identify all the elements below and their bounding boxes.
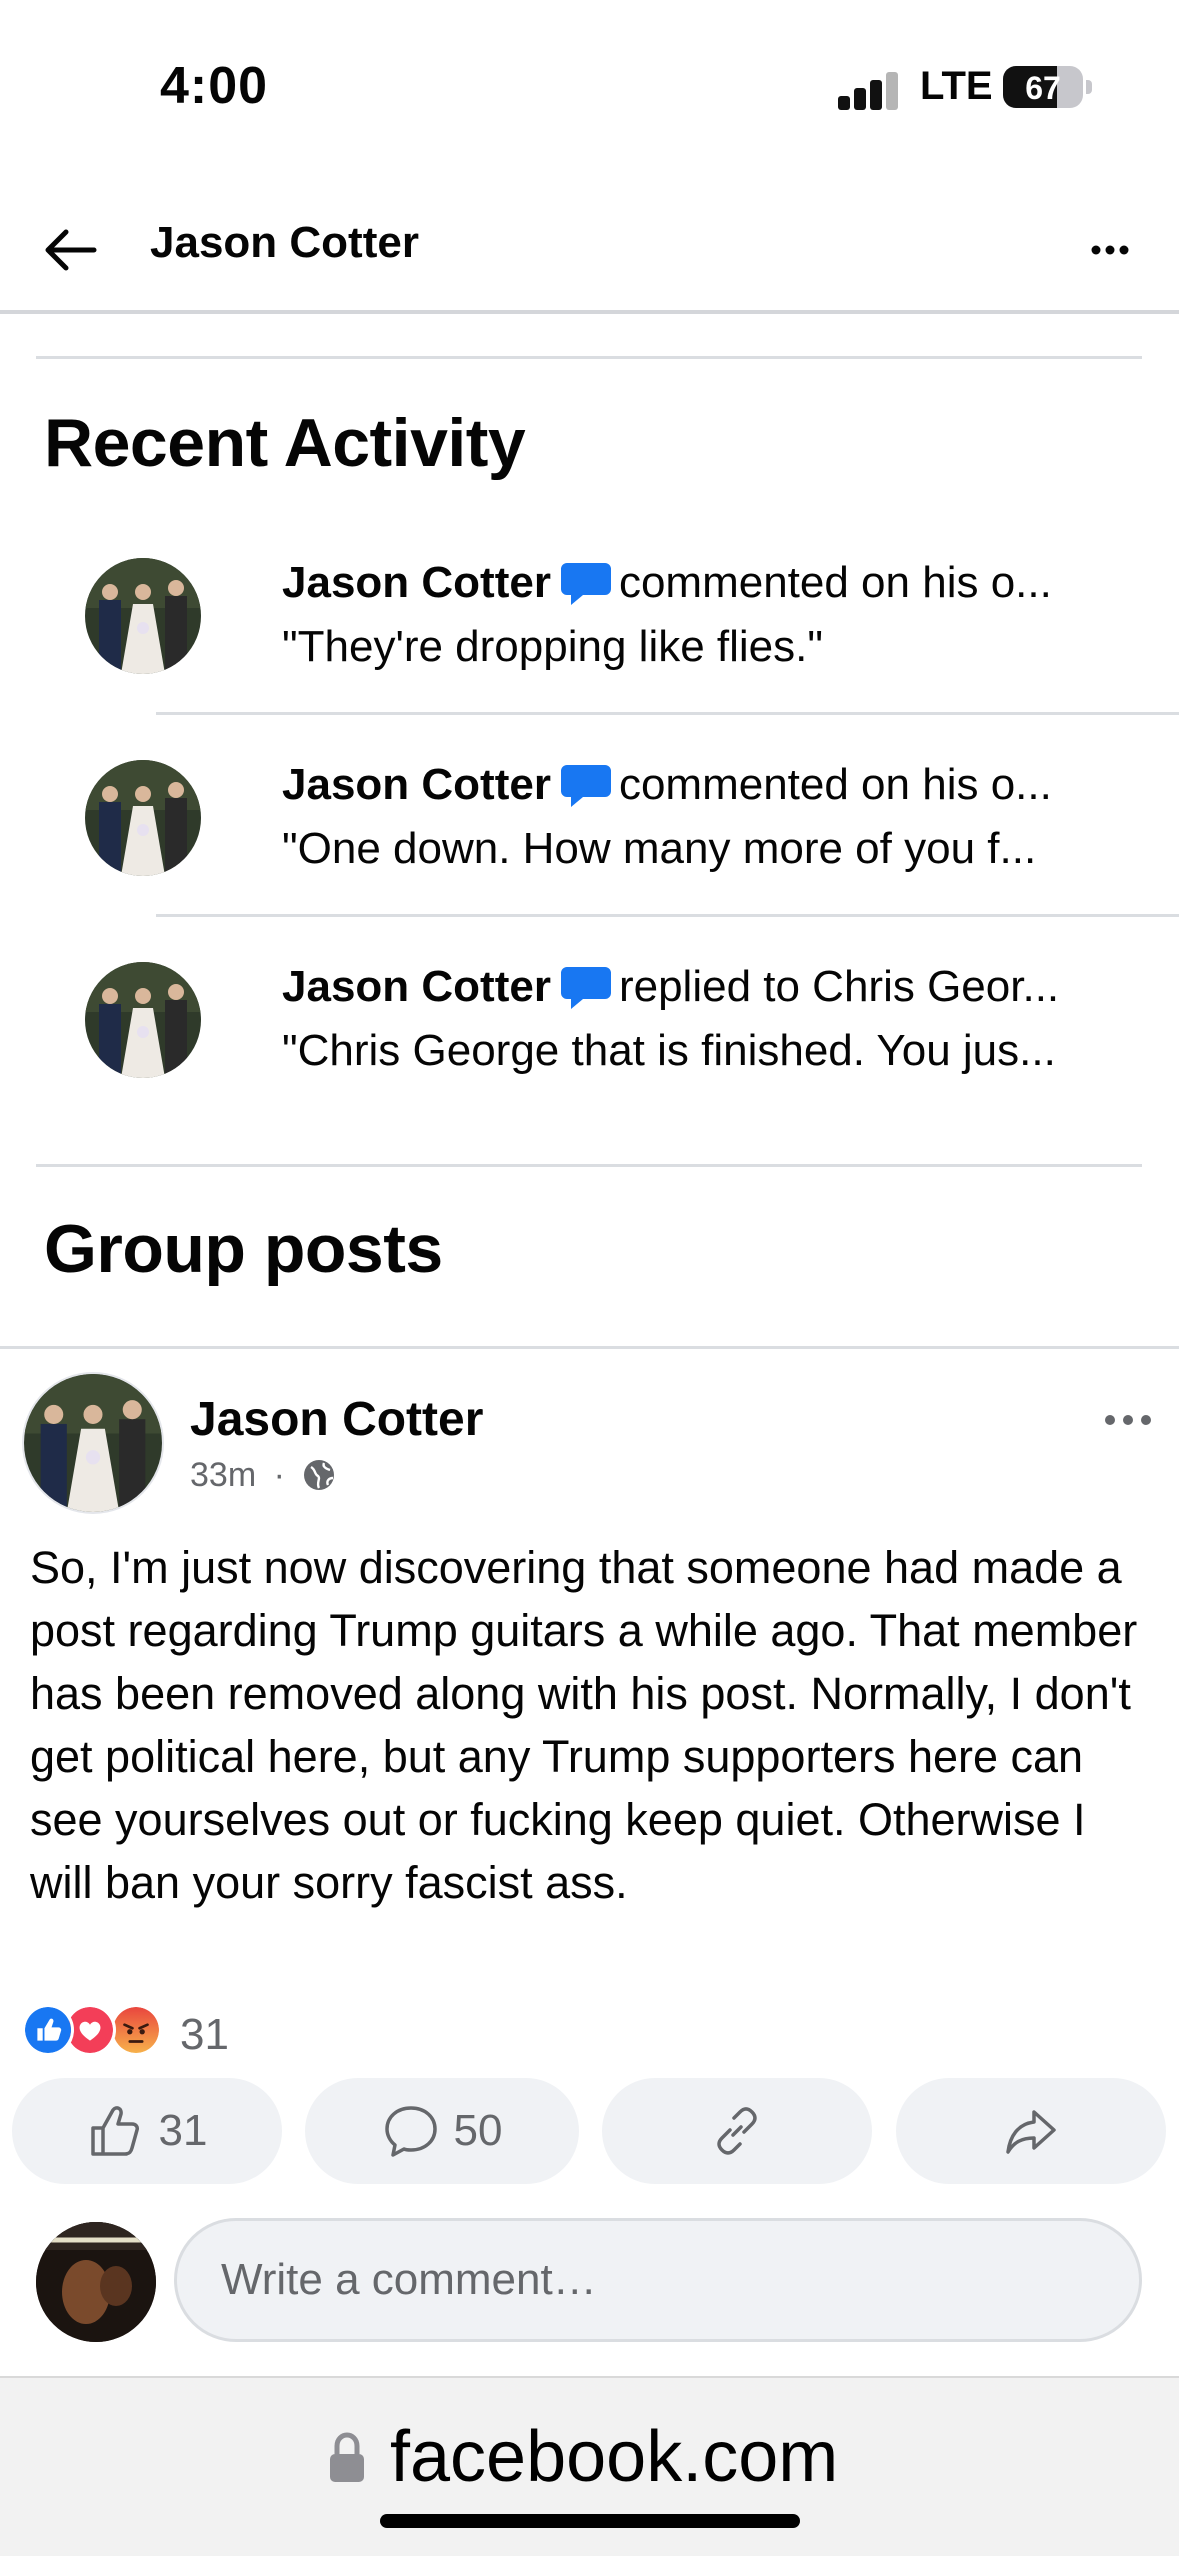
thumbs-up-icon (90, 2106, 139, 2156)
activity-actor: Jason Cotter (282, 558, 551, 607)
comment-bubble-icon (560, 765, 611, 807)
share-icon (1006, 2110, 1056, 2154)
post-meta: 33m · (190, 1456, 336, 1495)
comment-button[interactable]: 50 (305, 2078, 579, 2184)
network-type: LTE (920, 64, 993, 108)
post-body: So, I'm just now discovering that someon… (30, 1542, 1138, 1908)
ellipsis-icon (1091, 245, 1129, 255)
like-icon (22, 2004, 74, 2056)
avatar (85, 558, 201, 674)
browser-address-bar[interactable]: facebook.com (0, 2376, 1179, 2556)
share-button[interactable] (896, 2078, 1166, 2184)
current-user-avatar (36, 2222, 156, 2342)
divider (156, 712, 1179, 715)
more-options-button[interactable] (1080, 230, 1140, 270)
comment-bubble-icon (560, 563, 611, 605)
activity-item[interactable]: Jason Cotter commented on his o... "One d… (0, 730, 1179, 930)
divider (156, 914, 1179, 917)
activity-actor: Jason Cotter (282, 962, 551, 1011)
divider (36, 356, 1142, 359)
battery-nub (1086, 80, 1092, 94)
group-posts-heading: Group posts (44, 1211, 443, 1287)
post-options-button[interactable] (1100, 1400, 1160, 1440)
recent-activity-heading: Recent Activity (44, 405, 526, 481)
ellipsis-icon (1105, 1415, 1151, 1425)
activity-item[interactable]: Jason Cotter replied to Chris Geor... "Ch… (0, 932, 1179, 1132)
arrow-left-icon (45, 229, 97, 271)
like-button[interactable]: 31 (12, 2078, 282, 2184)
divider (0, 1346, 1179, 1349)
activity-actor: Jason Cotter (282, 760, 551, 809)
activity-text: "One down. How many more of you f... (282, 824, 1037, 873)
comment-placeholder: Write a comment… (221, 2255, 597, 2304)
meta-separator: · (273, 1456, 285, 1494)
comment-count: 50 (453, 2106, 503, 2155)
activity-summary: Jason Cotter replied to Chris Geor... (282, 962, 1112, 1012)
activity-action: commented on his o... (618, 558, 1052, 607)
globe-icon (304, 1460, 335, 1490)
battery-icon: 67 (1003, 66, 1083, 108)
activity-summary: Jason Cotter commented on his o... (282, 760, 1112, 810)
activity-summary: Jason Cotter commented on his o... (282, 558, 1112, 608)
signal-strength-icon (838, 70, 900, 110)
like-count: 31 (158, 2106, 208, 2155)
lock-icon (330, 2432, 364, 2482)
battery-level: 67 (1025, 70, 1061, 106)
avatar (85, 760, 201, 876)
back-button[interactable] (40, 218, 104, 282)
avatar (85, 962, 201, 1078)
comment-bubble-icon (560, 967, 611, 1009)
link-icon (717, 2107, 757, 2155)
activity-action: replied to Chris Geor... (618, 962, 1060, 1011)
post-author-name[interactable]: Jason Cotter (190, 1392, 483, 1447)
post-time[interactable]: 33m (190, 1456, 256, 1494)
copy-link-button[interactable] (602, 2078, 872, 2184)
reaction-count: 31 (180, 2010, 229, 2059)
divider (36, 1164, 1142, 1167)
profile-header: Jason Cotter (0, 190, 1179, 314)
page-title: Jason Cotter (150, 218, 419, 267)
activity-item[interactable]: Jason Cotter commented on his o... "They'… (0, 528, 1179, 728)
angry-icon (110, 2004, 162, 2056)
activity-action: commented on his o... (618, 760, 1052, 809)
url-text: facebook.com (390, 2417, 839, 2497)
activity-text: "They're dropping like flies." (282, 622, 823, 671)
status-bar: 4:00 LTE 67 (0, 0, 1179, 170)
comment-icon (384, 2106, 437, 2157)
post-author-avatar[interactable] (22, 1372, 164, 1514)
home-indicator[interactable] (380, 2514, 800, 2528)
status-time: 4:00 (160, 57, 269, 115)
comment-input[interactable]: Write a comment… (174, 2218, 1142, 2342)
activity-text: "Chris George that is finished. You jus.… (282, 1026, 1056, 1075)
